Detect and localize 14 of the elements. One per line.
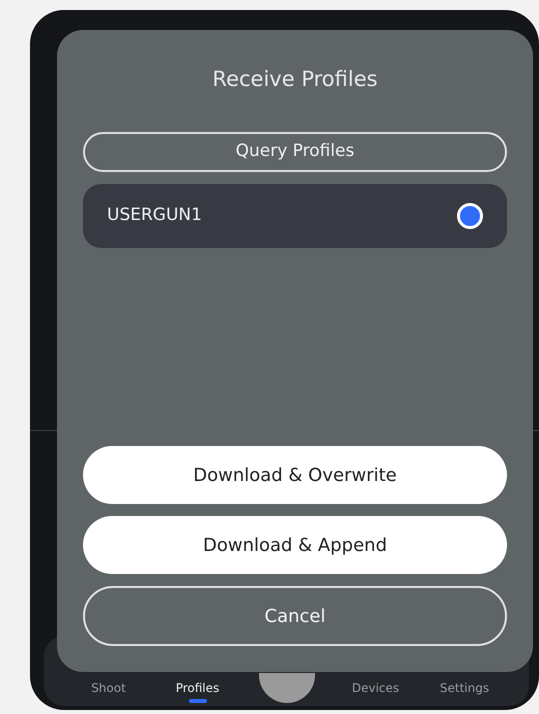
dialog-title: Receive Profiles	[211, 66, 379, 93]
nav-tab[interactable]: Devices	[352, 679, 400, 697]
profile-list-item[interactable]: USERGUN1	[83, 184, 507, 248]
action-button[interactable]: Download & Overwrite	[83, 446, 507, 504]
cancel-button[interactable]: Cancel	[83, 586, 507, 646]
radio-button[interactable]	[457, 202, 483, 228]
center-action-button[interactable]	[258, 673, 314, 703]
nav-tab[interactable]: Profiles	[176, 679, 220, 697]
nav-tab[interactable]: Shoot	[91, 679, 126, 697]
nav-tab[interactable]: Settings	[440, 679, 490, 697]
action-button[interactable]: Download & Append	[83, 516, 507, 574]
active-tab-indicator	[188, 699, 206, 703]
query-profiles-button[interactable]: Query Profiles	[83, 132, 507, 172]
profile-name: USERGUN1	[107, 204, 202, 227]
